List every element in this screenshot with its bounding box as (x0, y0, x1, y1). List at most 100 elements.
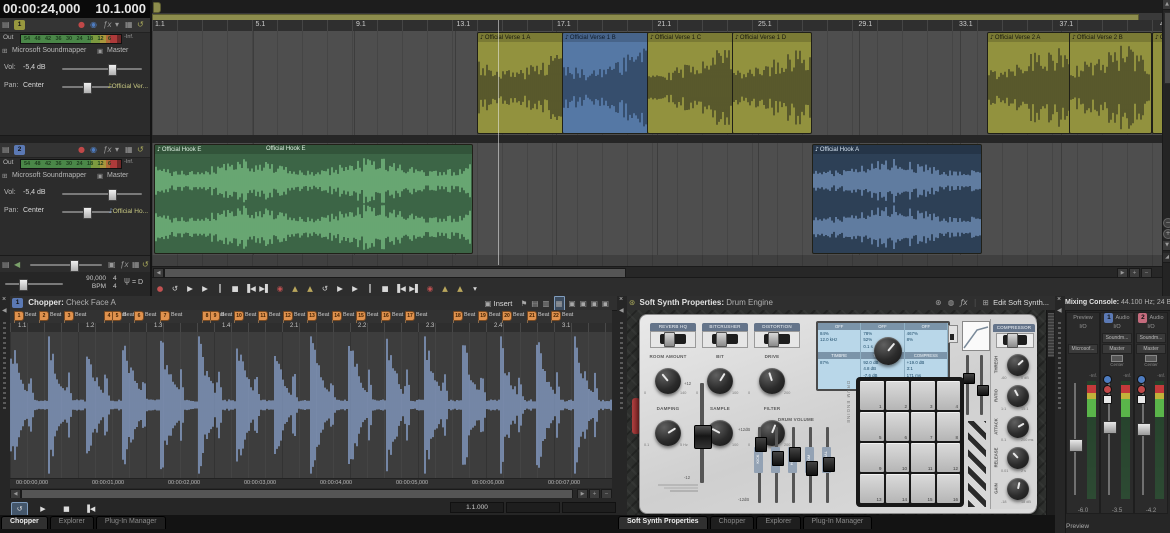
strip-bus-button[interactable]: Master (1102, 344, 1132, 354)
audio-clip[interactable]: ♪Official Verse 2 B (1069, 32, 1152, 134)
scroll-up-icon[interactable]: ▲ (1163, 0, 1170, 10)
pan-knob[interactable] (1145, 355, 1157, 362)
mini-fader-1[interactable] (966, 355, 969, 415)
beat-marker-flag[interactable]: 13 (307, 311, 317, 321)
fx-icon[interactable]: ƒx (103, 18, 111, 31)
close-icon[interactable]: × (2, 296, 6, 303)
track-number-chip[interactable]: 2 (14, 145, 25, 155)
insert-marker-icon[interactable]: ⚑ (521, 297, 528, 311)
draw-tool-2-button[interactable]: ▲ (438, 281, 452, 296)
erase-tool-button[interactable]: ▲ (303, 281, 317, 296)
strip-device-button[interactable]: Soundm... (1102, 333, 1132, 343)
drum-pad-3[interactable]: 3 (911, 381, 935, 410)
strip-bus-button[interactable]: Microsof... (1068, 344, 1098, 354)
zoom-out-track-icon[interactable]: − (1163, 218, 1170, 228)
beat-marker-flag[interactable]: 16 (381, 311, 391, 321)
beat-marker-flag[interactable]: 10 (234, 311, 244, 321)
effect-switch-reverb-hq[interactable]: REVERB HQ (650, 323, 696, 348)
loop-playback-2-button[interactable]: ↺ (318, 281, 332, 296)
knob-timbre[interactable] (874, 337, 902, 365)
master-fx-icon[interactable]: ƒx (120, 258, 128, 271)
tempo-slider[interactable] (5, 283, 63, 285)
chopper-waveform[interactable] (10, 332, 612, 478)
device-name[interactable]: Microsoft Soundmapper (12, 172, 86, 179)
mini-fader-2[interactable] (980, 355, 983, 415)
synth-tab-explorer[interactable]: Explorer (756, 516, 800, 529)
freeze-icon[interactable]: ↺ (137, 143, 144, 156)
effect-switch-distortion[interactable]: DISTORTION (754, 323, 800, 348)
strip-device-button[interactable]: Soundm... (1136, 333, 1166, 343)
fader-handle[interactable] (823, 457, 835, 472)
pan-knob[interactable] (1111, 355, 1123, 362)
drum-pad-16[interactable]: 16 (937, 474, 961, 503)
collapse-icon[interactable]: ◀ (2, 307, 7, 314)
timeline-vscrollbar[interactable]: ▲ − + ▼ ◢ (1162, 0, 1170, 296)
beat-marker-flag[interactable]: 9 (210, 311, 220, 321)
vol-slider[interactable] (62, 68, 142, 70)
beat-marker-flag[interactable]: 21 (527, 311, 537, 321)
play-2-button[interactable]: ▶ (348, 281, 362, 296)
comp-knob-ratio[interactable] (1007, 385, 1029, 407)
time-sig-top[interactable]: 4 (113, 275, 117, 283)
insert-icon[interactable]: ▣ (485, 297, 492, 311)
drum-pad-9[interactable]: 9 (860, 443, 884, 472)
track-fx-icon[interactable]: ▦ (125, 18, 133, 31)
beat-marker-flag[interactable]: 11 (258, 311, 268, 321)
strip-record-arm-icon[interactable] (1137, 385, 1146, 394)
audio-clip[interactable]: ♪Official Verse 1 A (477, 32, 564, 134)
go-to-end-2-button[interactable]: ▶▌ (408, 281, 422, 296)
strip-io-label[interactable]: I/O (1135, 324, 1167, 332)
chopper-hscrollbar[interactable]: ◀ ▶ + − (10, 488, 612, 498)
drag-grip[interactable] (620, 322, 623, 412)
pan-slider[interactable] (62, 86, 112, 88)
insert-button[interactable]: Insert (494, 299, 513, 308)
strip-mute-icon[interactable] (1103, 375, 1112, 384)
beat-marker-flag[interactable]: 18 (453, 311, 463, 321)
chopper-tab-plug-in-manager[interactable]: Plug-In Manager (96, 516, 166, 529)
preset-icon[interactable]: ⊛ (935, 296, 941, 310)
mixer-bottom-tab[interactable]: Preview (1066, 523, 1089, 530)
beat-marker-flag[interactable]: 14 (332, 311, 342, 321)
browse-icon[interactable]: ◍ (948, 296, 955, 310)
vscroll-thumb[interactable] (1164, 12, 1170, 84)
drum-pad-4[interactable]: 4 (937, 381, 961, 410)
track-menu-icon[interactable]: ▤ (2, 143, 10, 156)
edit-soft-synth-button[interactable]: Edit Soft Synth... (993, 298, 1049, 307)
pause-2-button[interactable]: ║ (363, 281, 377, 296)
lcd-toggle-switch[interactable] (948, 325, 958, 343)
halve-selection-icon[interactable]: ▤ (531, 297, 538, 311)
synth-tab-plug-in-manager[interactable]: Plug-In Manager (803, 516, 873, 529)
pitch-fader[interactable] (700, 383, 704, 483)
bus-name[interactable]: Master (107, 172, 128, 179)
double-selection-icon[interactable]: ▥ (542, 297, 549, 311)
mute-icon[interactable]: ◉ (90, 18, 97, 31)
master-bus-icon[interactable]: ▣ (108, 258, 116, 271)
record-button[interactable]: ● (153, 281, 167, 296)
drum-fader-cymbal[interactable]: CYMBAL (826, 427, 829, 503)
knob-bit[interactable] (707, 368, 733, 394)
pan-slider-handle[interactable] (83, 207, 92, 219)
record-arm-icon[interactable]: ● (78, 18, 85, 31)
drum-pad-7[interactable]: 7 (911, 412, 935, 441)
strip-io-label[interactable]: I/O (1101, 324, 1133, 332)
pan-slider[interactable] (62, 211, 112, 213)
go-to-end-button[interactable]: ▶▌ (258, 281, 272, 296)
marker-bar[interactable] (152, 0, 1162, 13)
strip-fader-handle[interactable] (1137, 423, 1151, 436)
bus-name[interactable]: Master (107, 47, 128, 54)
compressor-switch[interactable] (996, 333, 1034, 348)
knob-room-amount[interactable] (655, 368, 681, 394)
audio-clip[interactable]: ♪Official Hook EOfficial Hook E (154, 144, 473, 254)
play-button[interactable]: ▶ (198, 281, 212, 296)
drum-fader-tom[interactable]: TOM (809, 427, 812, 503)
scroll-down-icon[interactable]: ▼ (1163, 241, 1170, 251)
stop-button[interactable]: ■ (228, 281, 242, 296)
tool-dropdown-button[interactable]: ▾ (468, 281, 482, 296)
timeline-hscrollbar[interactable]: ◀ ▶ + − (152, 266, 1162, 277)
track-fx-icon[interactable]: ▦ (125, 143, 133, 156)
dropdown-icon[interactable]: ▾ (115, 143, 119, 156)
project-key[interactable]: = D (132, 279, 143, 286)
chopper-tab-chopper[interactable]: Chopper (1, 516, 48, 529)
time-sig-bottom[interactable]: 4 (113, 283, 117, 291)
insert-selection-icon[interactable]: ▣ (591, 297, 598, 311)
